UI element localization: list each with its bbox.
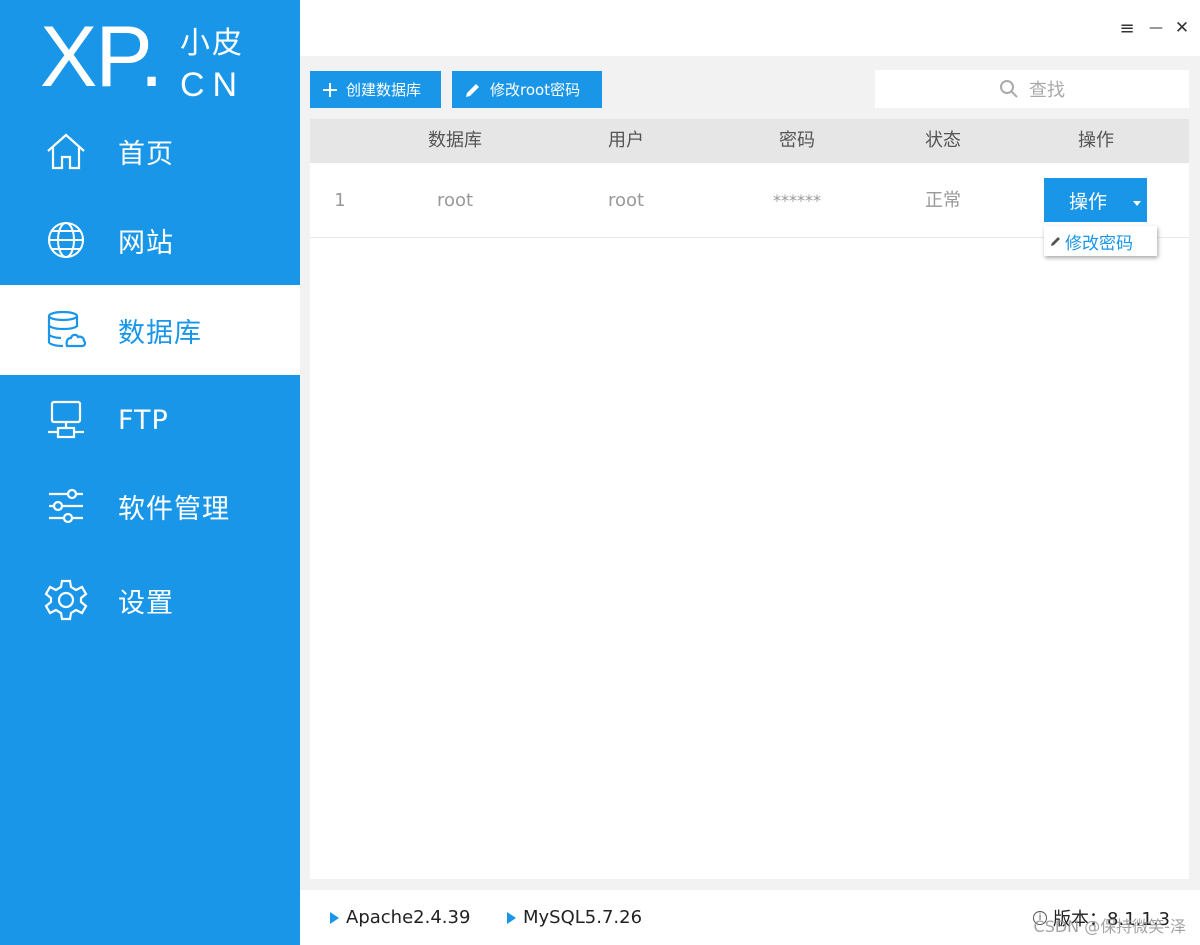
create-database-button[interactable]: 创建数据库 — [310, 71, 441, 108]
watermark: CSDN @保持微笑-泽 — [1033, 917, 1186, 936]
ftp-server-icon — [44, 398, 88, 442]
pencil-icon — [1051, 237, 1060, 246]
search-placeholder: 查找 — [1029, 80, 1065, 101]
close-icon[interactable]: ✕ — [1170, 16, 1194, 40]
cell-password: ****** — [773, 191, 821, 210]
sidebar-item-software[interactable]: 软件管理 — [0, 461, 300, 551]
sidebar-item-ftp[interactable]: FTP — [0, 375, 300, 465]
logo-xp: XP. — [40, 9, 164, 105]
sliders-icon — [44, 484, 88, 528]
row-index: 1 — [334, 190, 346, 211]
sidebar-item-label: 软件管理 — [118, 493, 230, 525]
main-content: 创建数据库 修改root密码 查找 数据库 用户 密码 状态 操作 1 root… — [300, 56, 1200, 890]
table-header: 数据库 用户 密码 状态 操作 — [310, 119, 1189, 163]
status-bar: Apache2.4.39 MySQL5.7.26 i 版本：8.1.1.3 CS… — [300, 890, 1200, 945]
mysql-label: MySQL5.7.26 — [523, 907, 643, 928]
change-root-password-button[interactable]: 修改root密码 — [452, 71, 602, 108]
create-database-label: 创建数据库 — [346, 81, 422, 99]
column-header-status: 状态 — [925, 130, 961, 151]
sidebar-item-label: 网站 — [118, 227, 174, 259]
search-input[interactable]: 查找 — [875, 70, 1189, 108]
caret-down-icon — [1133, 201, 1141, 206]
sidebar-item-home[interactable]: 首页 — [0, 106, 300, 196]
logo-cn: CN — [180, 66, 246, 104]
database-icon — [44, 308, 88, 352]
action-button-label: 操作 — [1069, 190, 1108, 213]
column-header-action: 操作 — [1078, 130, 1114, 151]
menu-icon[interactable]: ≡ — [1115, 16, 1139, 40]
cell-status: 正常 — [925, 190, 961, 211]
action-dropdown-button[interactable]: 操作 — [1044, 178, 1147, 222]
apache-label: Apache2.4.39 — [346, 907, 471, 928]
play-icon — [330, 911, 339, 924]
sidebar-item-database[interactable]: 数据库 — [0, 285, 300, 375]
title-bar: ≡ — ✕ — [300, 0, 1200, 58]
pencil-icon — [466, 83, 479, 97]
home-icon — [44, 129, 88, 173]
dropdown-item-label: 修改密码 — [1065, 233, 1133, 254]
sidebar-item-label: 首页 — [118, 138, 174, 170]
globe-icon — [44, 218, 88, 262]
sidebar-item-website[interactable]: 网站 — [0, 195, 300, 285]
sidebar-item-label: 数据库 — [118, 317, 202, 349]
sidebar-item-label: FTP — [118, 404, 169, 436]
search-icon — [1000, 80, 1018, 98]
dropdown-item-change-password[interactable]: 修改密码 — [1044, 226, 1157, 256]
column-header-user: 用户 — [608, 130, 644, 151]
column-header-password: 密码 — [779, 130, 815, 151]
plus-icon — [323, 82, 337, 97]
sidebar: XP. 小皮 CN 首页 网站 数据库 FTP 软件管理 设置 — [0, 0, 300, 945]
column-header-database: 数据库 — [428, 130, 482, 151]
cell-user: root — [607, 190, 645, 211]
minimize-icon[interactable]: — — [1144, 16, 1168, 40]
logo-zh: 小皮 — [180, 26, 244, 61]
cell-database: root — [436, 190, 474, 211]
sidebar-item-settings[interactable]: 设置 — [0, 555, 300, 645]
gear-icon — [44, 578, 88, 622]
change-root-password-label: 修改root密码 — [490, 81, 581, 99]
sidebar-item-label: 设置 — [118, 587, 174, 619]
app-logo: XP. 小皮 CN — [40, 9, 260, 105]
mysql-service[interactable]: MySQL5.7.26 — [507, 890, 642, 945]
play-icon — [507, 911, 516, 924]
apache-service[interactable]: Apache2.4.39 — [330, 890, 470, 945]
